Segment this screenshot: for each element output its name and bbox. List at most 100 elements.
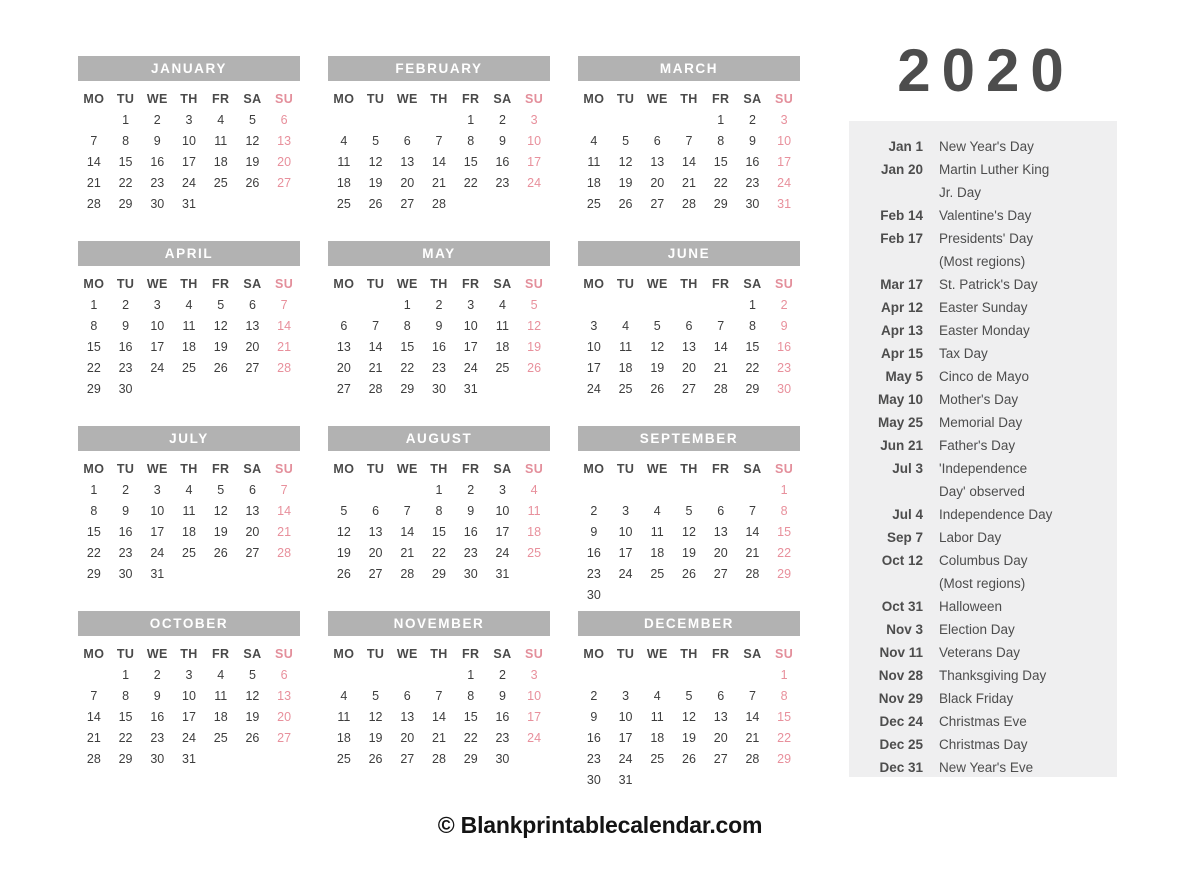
day-cell[interactable]: 9 [737, 134, 769, 148]
day-cell[interactable]: 26 [673, 567, 705, 581]
day-cell[interactable]: 14 [360, 340, 392, 354]
day-cell[interactable]: 8 [768, 689, 800, 703]
day-cell[interactable]: 3 [518, 668, 550, 682]
holiday-list-item[interactable]: Nov 29 Black Friday [859, 687, 1107, 710]
day-cell[interactable]: 7 [737, 504, 769, 518]
day-cell[interactable]: 27 [237, 546, 269, 560]
day-cell[interactable]: 1 [768, 668, 800, 682]
day-cell[interactable]: 2 [578, 504, 610, 518]
day-cell[interactable]: 17 [173, 710, 205, 724]
day-cell[interactable]: 11 [487, 319, 519, 333]
day-cell[interactable]: 25 [328, 197, 360, 211]
day-cell[interactable]: 25 [518, 546, 550, 560]
day-cell[interactable]: 30 [423, 382, 455, 396]
day-cell[interactable]: 28 [737, 752, 769, 766]
day-cell[interactable]: 23 [141, 731, 173, 745]
day-cell[interactable]: 3 [768, 113, 800, 127]
day-cell[interactable]: 6 [237, 483, 269, 497]
day-cell[interactable]: 4 [487, 298, 519, 312]
holiday-list-item[interactable]: Dec 25 Christmas Day [859, 733, 1107, 756]
day-cell[interactable]: 18 [487, 340, 519, 354]
day-cell[interactable]: 26 [518, 361, 550, 375]
day-cell[interactable]: 31 [768, 197, 800, 211]
day-cell[interactable]: 16 [578, 546, 610, 560]
day-cell[interactable]: 31 [173, 197, 205, 211]
day-cell[interactable]: 25 [610, 382, 642, 396]
day-cell[interactable]: 27 [360, 567, 392, 581]
day-cell[interactable]: 10 [173, 689, 205, 703]
day-cell[interactable]: 3 [141, 483, 173, 497]
day-cell[interactable]: 8 [110, 689, 142, 703]
day-cell[interactable]: 8 [455, 134, 487, 148]
day-cell[interactable]: 2 [110, 483, 142, 497]
day-cell[interactable]: 22 [737, 361, 769, 375]
day-cell[interactable]: 30 [487, 752, 519, 766]
day-cell[interactable]: 15 [110, 710, 142, 724]
day-cell[interactable]: 12 [360, 155, 392, 169]
day-cell[interactable]: 23 [455, 546, 487, 560]
holiday-list-item[interactable]: Nov 28 Thanksgiving Day [859, 664, 1107, 687]
day-cell[interactable]: 21 [705, 361, 737, 375]
day-cell[interactable]: 26 [610, 197, 642, 211]
day-cell[interactable]: 17 [610, 546, 642, 560]
day-cell[interactable]: 25 [205, 731, 237, 745]
day-cell[interactable]: 23 [110, 546, 142, 560]
day-cell[interactable]: 7 [268, 298, 300, 312]
day-cell[interactable]: 25 [578, 197, 610, 211]
day-cell[interactable]: 15 [705, 155, 737, 169]
day-cell[interactable]: 17 [141, 340, 173, 354]
day-cell[interactable]: 29 [78, 567, 110, 581]
day-cell[interactable]: 18 [173, 525, 205, 539]
day-cell[interactable]: 4 [205, 113, 237, 127]
day-cell[interactable]: 27 [268, 731, 300, 745]
day-cell[interactable]: 6 [705, 504, 737, 518]
day-cell[interactable]: 12 [237, 134, 269, 148]
day-cell[interactable]: 23 [737, 176, 769, 190]
day-cell[interactable]: 2 [578, 689, 610, 703]
day-cell[interactable]: 11 [173, 319, 205, 333]
day-cell[interactable]: 30 [768, 382, 800, 396]
day-cell[interactable]: 2 [141, 113, 173, 127]
day-cell[interactable]: 10 [141, 319, 173, 333]
day-cell[interactable]: 9 [578, 525, 610, 539]
day-cell[interactable]: 21 [391, 546, 423, 560]
day-cell[interactable]: 26 [673, 752, 705, 766]
day-cell[interactable]: 28 [360, 382, 392, 396]
day-cell[interactable]: 22 [391, 361, 423, 375]
day-cell[interactable]: 14 [391, 525, 423, 539]
day-cell[interactable]: 8 [78, 504, 110, 518]
day-cell[interactable]: 17 [487, 525, 519, 539]
day-cell[interactable]: 25 [173, 361, 205, 375]
day-cell[interactable]: 12 [518, 319, 550, 333]
holiday-list-item[interactable]: Jul 4 Independence Day [859, 503, 1107, 526]
day-cell[interactable]: 13 [268, 689, 300, 703]
day-cell[interactable]: 24 [518, 176, 550, 190]
holiday-list-item[interactable]: Mar 17 St. Patrick's Day [859, 273, 1107, 296]
day-cell[interactable]: 2 [423, 298, 455, 312]
day-cell[interactable]: 16 [768, 340, 800, 354]
day-cell[interactable]: 20 [328, 361, 360, 375]
day-cell[interactable]: 17 [455, 340, 487, 354]
day-cell[interactable]: 28 [78, 752, 110, 766]
day-cell[interactable]: 19 [237, 155, 269, 169]
holiday-list-item[interactable]: Nov 3 Election Day [859, 618, 1107, 641]
day-cell[interactable]: 14 [737, 710, 769, 724]
day-cell[interactable]: 17 [610, 731, 642, 745]
day-cell[interactable]: 21 [78, 731, 110, 745]
day-cell[interactable]: 19 [673, 546, 705, 560]
day-cell[interactable]: 22 [455, 731, 487, 745]
day-cell[interactable]: 20 [391, 176, 423, 190]
day-cell[interactable]: 21 [268, 340, 300, 354]
day-cell[interactable]: 5 [641, 319, 673, 333]
day-cell[interactable]: 27 [705, 752, 737, 766]
day-cell[interactable]: 23 [423, 361, 455, 375]
holiday-list-item[interactable]: May 5 Cinco de Mayo [859, 365, 1107, 388]
day-cell[interactable]: 4 [328, 134, 360, 148]
day-cell[interactable]: 4 [328, 689, 360, 703]
day-cell[interactable]: 8 [78, 319, 110, 333]
day-cell[interactable]: 10 [455, 319, 487, 333]
day-cell[interactable]: 1 [78, 298, 110, 312]
day-cell[interactable]: 2 [141, 668, 173, 682]
day-cell[interactable]: 1 [391, 298, 423, 312]
day-cell[interactable]: 1 [78, 483, 110, 497]
